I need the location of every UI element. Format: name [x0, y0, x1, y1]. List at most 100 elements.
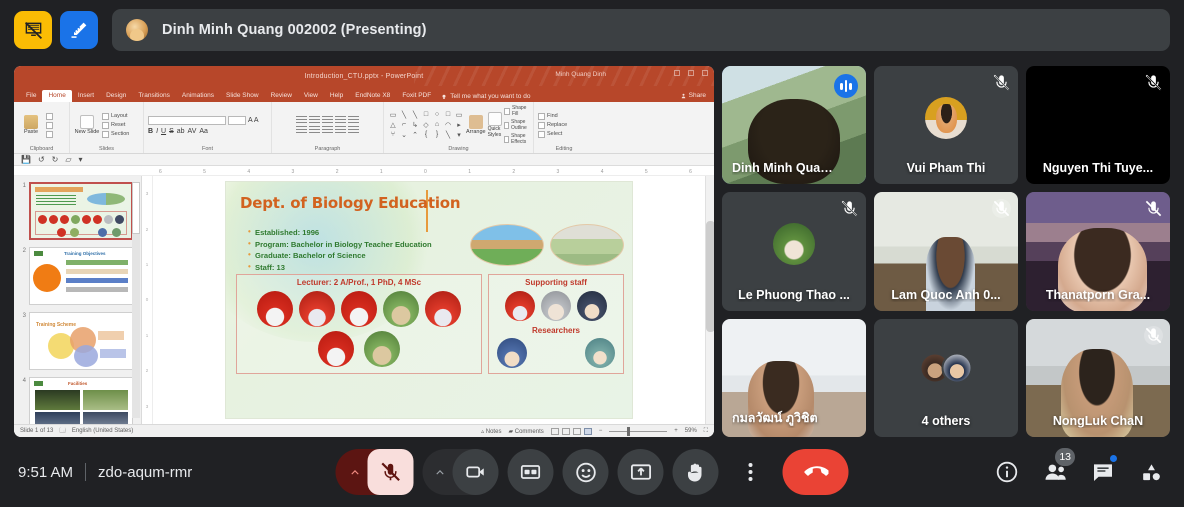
redo-icon[interactable]: ↻ [52, 155, 59, 164]
participant-tile-thanatporn[interactable]: Thanatporn Gra... [1026, 192, 1170, 311]
save-icon[interactable]: 💾 [21, 155, 31, 164]
slide-thumbnail-1[interactable] [29, 182, 133, 240]
ribbon-tab-view[interactable]: View [298, 90, 324, 102]
thumbnail-row[interactable]: 2 Training Objectives [18, 247, 137, 305]
ribbon-tab-home[interactable]: Home [42, 90, 72, 102]
comments-button[interactable]: ▰ Comments [508, 428, 543, 435]
language-label[interactable]: English (United States) [72, 428, 133, 434]
format-painter-button[interactable] [46, 130, 53, 138]
ribbon-home[interactable]: Paste Clipboard New Slide Layout Reset S… [14, 102, 714, 154]
ribbon-tab-file[interactable]: File [20, 90, 42, 102]
slide-thumbnail-panel[interactable]: 1 2 Training Objectives 3 Training Schem… [14, 176, 142, 424]
participant-tile-nguyen-thi-tuyet[interactable]: Nguyen Thi Tuye... [1026, 66, 1170, 185]
zoom-out-button[interactable]: − [599, 428, 603, 434]
thumbnail-row[interactable]: 4 Facilities [18, 377, 137, 424]
font-size-input[interactable] [228, 115, 246, 125]
ribbon-tab-review[interactable]: Review [265, 90, 298, 102]
paste-button[interactable]: Paste [18, 115, 44, 135]
new-slide-button[interactable]: New Slide [74, 115, 100, 135]
reset-button[interactable]: Reset [102, 121, 129, 129]
chat-button[interactable] [1086, 453, 1120, 489]
reactions-button[interactable] [562, 449, 609, 495]
powerpoint-share-button[interactable]: Share [681, 92, 706, 99]
spacing-button[interactable]: AV [188, 128, 197, 135]
font-style-buttons[interactable]: B I U S ab AV Aa [148, 128, 208, 135]
replace-button[interactable]: Replace [538, 121, 567, 129]
select-button[interactable]: Select [538, 130, 567, 138]
quick-styles-button[interactable]: Quick Styles [488, 112, 503, 138]
microphone-options-chevron[interactable] [342, 466, 368, 479]
font-family-input[interactable] [148, 115, 226, 125]
section-button[interactable]: Section [102, 130, 129, 138]
meeting-details-button[interactable] [990, 455, 1024, 489]
microphone-toggle-button[interactable] [367, 449, 414, 495]
shape-fill-button[interactable]: Shape Fill [504, 105, 529, 117]
thumbnail-row[interactable]: 1 [18, 182, 137, 240]
underline-button[interactable]: U [161, 128, 166, 135]
shared-screen-stage[interactable]: Introduction_CTU.pptx - PowerPoint Minh … [14, 66, 714, 437]
camera-options-chevron[interactable] [427, 466, 453, 479]
participant-tile-le-phuong-thao[interactable]: Le Phuong Thao ... [722, 192, 866, 311]
arrange-button[interactable]: Arrange [466, 115, 486, 135]
ribbon-tab-animations[interactable]: Animations [176, 90, 220, 102]
ribbon-tab-slideshow[interactable]: Slide Show [220, 90, 265, 102]
accessibility-icon[interactable]: 🗔 [59, 426, 66, 436]
font-grow-shrink[interactable]: A A [248, 117, 259, 124]
undo-icon[interactable]: ↺ [38, 155, 45, 164]
raise-hand-button[interactable] [672, 449, 719, 495]
start-slideshow-icon[interactable]: ▱ [65, 155, 71, 164]
participant-tile-lam-quoc-anh[interactable]: Lam Quoc Anh 0... [874, 192, 1018, 311]
view-buttons[interactable] [550, 427, 592, 435]
shape-outline-button[interactable]: Shape Outline [504, 119, 529, 131]
shadow-button[interactable]: ab [177, 128, 185, 135]
slide-1[interactable]: Dept. of Biology Education Established: … [225, 181, 633, 419]
participant-tile-kamolwat[interactable]: กมลวัฒน์ ภูวิชิต [722, 318, 866, 437]
canvas-scrollbar[interactable] [705, 176, 714, 424]
paragraph-buttons[interactable] [296, 115, 359, 135]
activities-button[interactable] [1134, 455, 1168, 489]
captions-button[interactable] [507, 449, 554, 495]
ribbon-tab-foxit[interactable]: Foxit PDF [396, 90, 437, 102]
window-controls[interactable] [674, 70, 708, 76]
strikethrough-button[interactable]: S [169, 128, 174, 135]
layout-button[interactable]: Layout [102, 112, 129, 120]
slide-thumbnail-4[interactable]: Facilities [29, 377, 133, 424]
camera-toggle-button[interactable] [452, 449, 499, 495]
zoom-in-button[interactable]: + [674, 428, 678, 434]
participant-tile-vui-pham-thi[interactable]: Vui Pham Thi [874, 66, 1018, 185]
thumbnail-row[interactable]: 3 Training Scheme [18, 312, 137, 370]
case-button[interactable]: Aa [199, 128, 208, 135]
thumbnail-scrollbar[interactable] [132, 182, 140, 418]
slide-thumbnail-3[interactable]: Training Scheme [29, 312, 133, 370]
tell-me-search[interactable]: Tell me what you want to do [437, 91, 534, 102]
ribbon-tab-design[interactable]: Design [100, 90, 132, 102]
cut-button[interactable] [46, 112, 53, 120]
annotate-button[interactable] [60, 11, 98, 49]
bold-button[interactable]: B [148, 128, 153, 135]
microphone-control-group[interactable] [335, 449, 414, 495]
ribbon-tab-insert[interactable]: Insert [72, 90, 100, 102]
shape-effects-button[interactable]: Shape Effects [504, 133, 529, 145]
notes-button[interactable]: ▵ Notes [481, 428, 501, 435]
qat-more-icon[interactable]: ▾ [79, 155, 83, 164]
present-now-button[interactable] [617, 449, 664, 495]
ribbon-tabs[interactable]: File Home Insert Design Transitions Anim… [14, 86, 714, 102]
slide-thumbnail-2[interactable]: Training Objectives [29, 247, 133, 305]
ribbon-tab-help[interactable]: Help [324, 90, 349, 102]
fit-slide-icon[interactable]: ⛶ [704, 428, 708, 435]
find-button[interactable]: Find [538, 112, 567, 120]
participant-tile-dinh-minh-quang[interactable]: Dinh Minh Quan... [722, 66, 866, 185]
ribbon-tab-transitions[interactable]: Transitions [132, 90, 176, 102]
italic-button[interactable]: I [156, 128, 158, 135]
quick-access-toolbar[interactable]: 💾 ↺ ↻ ▱ ▾ [14, 154, 714, 166]
ribbon-tab-endnote[interactable]: EndNote X8 [349, 90, 396, 102]
copy-button[interactable] [46, 121, 53, 129]
stop-presenting-button[interactable] [14, 11, 52, 49]
more-options-button[interactable] [728, 449, 774, 495]
show-everyone-button[interactable]: 13 [1038, 448, 1075, 489]
participant-tile-others[interactable]: 4 others [874, 318, 1018, 437]
slide-canvas[interactable]: Dept. of Biology Education Established: … [153, 176, 705, 424]
participant-tile-nongluk[interactable]: NongLuk ChaN [1026, 318, 1170, 437]
shape-gallery[interactable]: ▭ ╲ ╲ □ ○ □ ▭ △ ⌐ ↳ ◇ ⌂ ◠ ▸ ⑂ ⌄ ⌃{} ╲ ▾ [388, 111, 464, 140]
leave-call-button[interactable] [782, 449, 849, 495]
